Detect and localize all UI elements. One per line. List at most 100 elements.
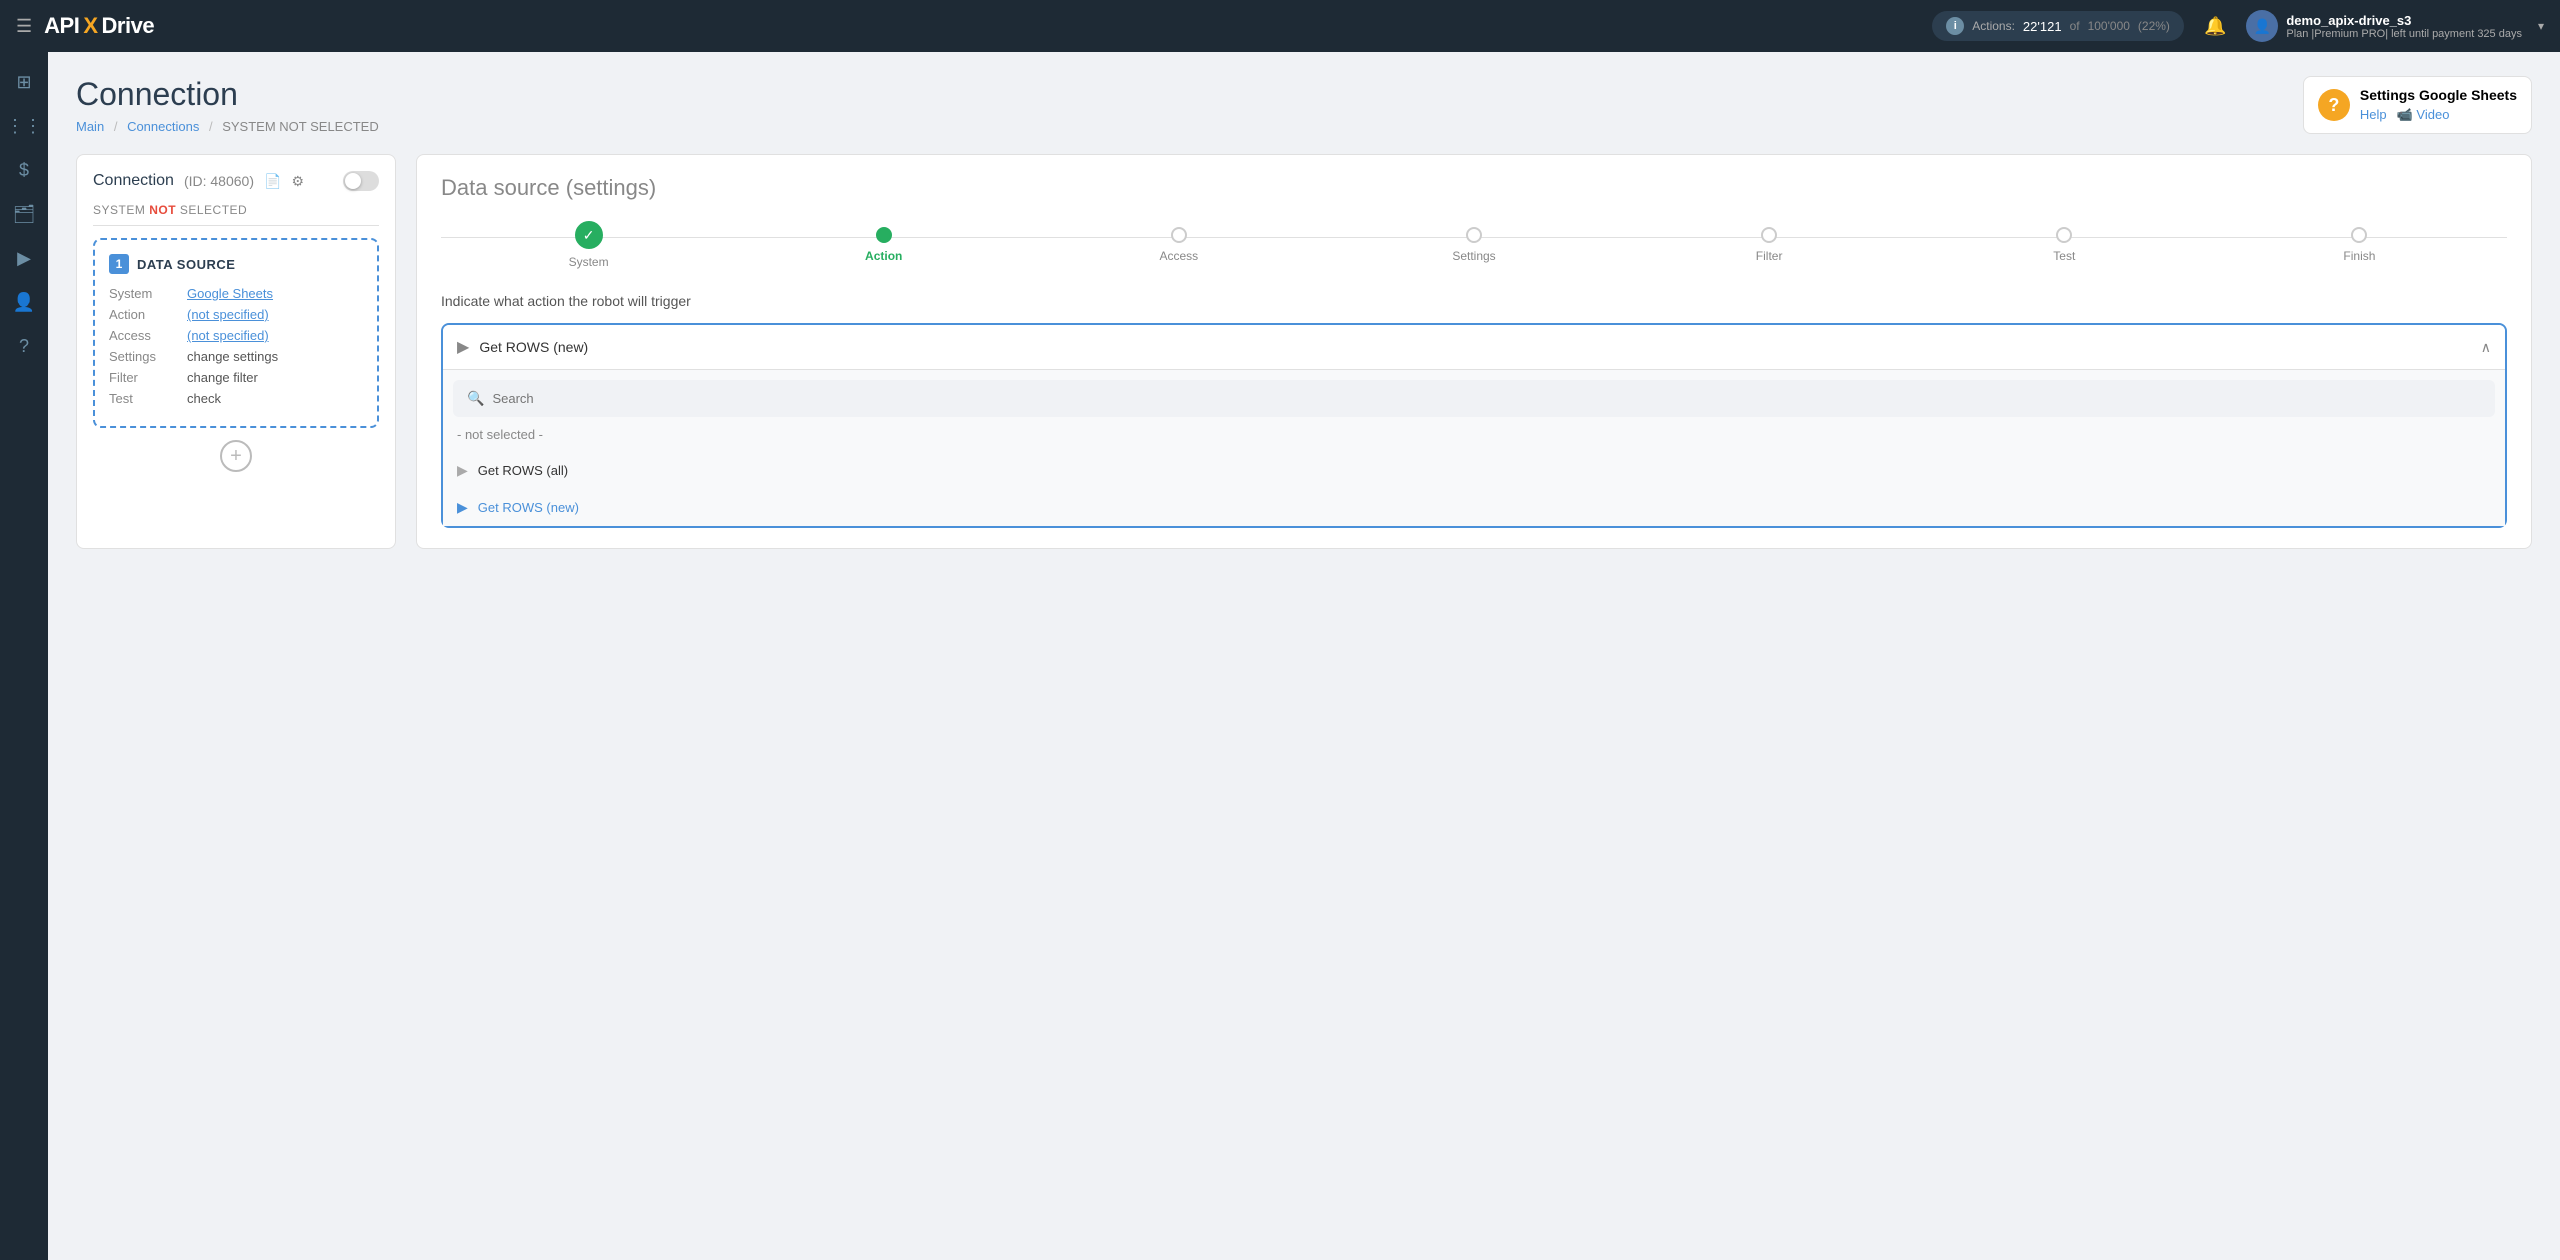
ds-row-settings: Settings change settings xyxy=(109,349,363,364)
ds-system-value[interactable]: Google Sheets xyxy=(187,286,273,301)
video-link[interactable]: 📹 Video xyxy=(2397,107,2450,123)
ds-row-system: System Google Sheets xyxy=(109,286,363,301)
help-title: Settings Google Sheets xyxy=(2360,87,2517,103)
ds-filter-value: change filter xyxy=(187,370,258,385)
doc-icon[interactable]: 📄 xyxy=(264,173,281,190)
search-bar: 🔍 xyxy=(453,380,2495,417)
dropdown-selected[interactable]: ▶ Get ROWS (new) ∧ xyxy=(443,325,2505,369)
sidebar-item-tasks[interactable]: 🗂 xyxy=(6,196,42,232)
ds-test-value: check xyxy=(187,391,221,406)
page-content: Connection Main / Connections / SYSTEM N… xyxy=(48,52,2560,1260)
sidebar-item-help[interactable]: ? xyxy=(6,328,42,364)
step-action[interactable]: Action xyxy=(736,227,1031,263)
page-header: Connection Main / Connections / SYSTEM N… xyxy=(76,76,2532,134)
ds-header: 1 DATA SOURCE xyxy=(109,254,363,274)
breadcrumb-connections[interactable]: Connections xyxy=(127,119,199,134)
left-panel: Connection (ID: 48060) 📄 ⚙ SYSTEM NOT SE… xyxy=(76,154,396,549)
help-link[interactable]: Help xyxy=(2360,107,2387,123)
option-new-label: Get ROWS (new) xyxy=(478,500,579,515)
dropdown-selected-text: Get ROWS (new) xyxy=(479,339,2480,355)
step-test-circle xyxy=(2056,227,2072,243)
bell-icon[interactable]: 🔔 xyxy=(2204,16,2226,37)
right-panel: Data source (settings) ✓ System Action A… xyxy=(416,154,2532,549)
action-label: Indicate what action the robot will trig… xyxy=(441,293,2507,309)
avatar: 👤 xyxy=(2246,10,2278,42)
ds-action-value[interactable]: (not specified) xyxy=(187,307,269,322)
datasource-main-title: Data source (settings) xyxy=(441,175,2507,201)
dropdown-option-all[interactable]: ▶ Get ROWS (all) xyxy=(443,452,2505,489)
user-name: demo_apix-drive_s3 xyxy=(2286,13,2522,28)
step-access-label: Access xyxy=(1160,249,1199,263)
connection-id: (ID: 48060) xyxy=(184,173,254,189)
breadcrumb-sep1: / xyxy=(114,119,118,134)
step-action-label: Action xyxy=(865,249,902,263)
step-finish-circle xyxy=(2351,227,2367,243)
step-system-circle: ✓ xyxy=(575,221,603,249)
logo-drive: Drive xyxy=(102,13,155,39)
not-selected-label: - not selected - xyxy=(443,417,2505,452)
sidebar-item-profile[interactable]: 👤 xyxy=(6,284,42,320)
play-icon-all: ▶ xyxy=(457,462,468,479)
step-filter-circle xyxy=(1761,227,1777,243)
toggle[interactable] xyxy=(343,171,379,191)
step-filter[interactable]: Filter xyxy=(1622,227,1917,263)
ds-row-filter: Filter change filter xyxy=(109,370,363,385)
step-nav: ✓ System Action Access Settings xyxy=(441,221,2507,269)
actions-count: 22'121 xyxy=(2023,19,2062,34)
topnav: ☰ APIXDrive i Actions: 22'121 of 100'000… xyxy=(0,0,2560,52)
sidebar: ⊞ ⋮⋮ $ 🗂 ▶ 👤 ? xyxy=(0,52,48,1260)
dropdown-option-new[interactable]: ▶ Get ROWS (new) xyxy=(443,489,2505,526)
action-dropdown[interactable]: ▶ Get ROWS (new) ∧ 🔍 - not selected - ▶ … xyxy=(441,323,2507,528)
info-icon: i xyxy=(1946,17,1964,35)
chevron-down-icon[interactable]: ▾ xyxy=(2538,19,2544,33)
step-finish-label: Finish xyxy=(2343,249,2375,263)
option-all-label: Get ROWS (all) xyxy=(478,463,568,478)
sidebar-item-billing[interactable]: $ xyxy=(6,152,42,188)
step-system-label: System xyxy=(569,255,609,269)
breadcrumb-current: SYSTEM NOT SELECTED xyxy=(222,119,379,134)
logo-api: API xyxy=(44,13,79,39)
play-icon: ▶ xyxy=(457,337,469,357)
hamburger-icon[interactable]: ☰ xyxy=(16,16,32,37)
ds-access-value[interactable]: (not specified) xyxy=(187,328,269,343)
step-test-label: Test xyxy=(2053,249,2075,263)
add-button[interactable]: + xyxy=(220,440,252,472)
logo-x: X xyxy=(83,13,97,39)
datasource-sub-title: (settings) xyxy=(566,175,656,200)
step-finish[interactable]: Finish xyxy=(2212,227,2507,263)
ds-row-action: Action (not specified) xyxy=(109,307,363,322)
main-layout: ⊞ ⋮⋮ $ 🗂 ▶ 👤 ? Connection Main / Connect… xyxy=(0,52,2560,1260)
sidebar-item-connections[interactable]: ⋮⋮ xyxy=(6,108,42,144)
step-access-circle xyxy=(1171,227,1187,243)
sidebar-item-home[interactable]: ⊞ xyxy=(6,64,42,100)
step-system[interactable]: ✓ System xyxy=(441,221,736,269)
ds-settings-value: change settings xyxy=(187,349,278,364)
settings-icon[interactable]: ⚙ xyxy=(291,173,304,190)
ds-num: 1 xyxy=(109,254,129,274)
chevron-up-icon: ∧ xyxy=(2481,339,2491,356)
help-links: Help 📹 Video xyxy=(2360,107,2517,123)
page-header-left: Connection Main / Connections / SYSTEM N… xyxy=(76,76,379,134)
sidebar-item-youtube[interactable]: ▶ xyxy=(6,240,42,276)
step-filter-label: Filter xyxy=(1756,249,1783,263)
step-settings-circle xyxy=(1466,227,1482,243)
play-icon-new: ▶ xyxy=(457,499,468,516)
breadcrumb-main[interactable]: Main xyxy=(76,119,104,134)
step-settings[interactable]: Settings xyxy=(1326,227,1621,263)
search-input[interactable] xyxy=(492,391,2481,406)
actions-label: Actions: xyxy=(1972,19,2015,33)
connection-title: Connection xyxy=(93,172,174,190)
step-action-circle xyxy=(876,227,892,243)
dropdown-body: 🔍 - not selected - ▶ Get ROWS (all) ▶ Ge… xyxy=(443,369,2505,526)
user-info: 👤 demo_apix-drive_s3 Plan |Premium PRO| … xyxy=(2246,10,2522,42)
help-content: Settings Google Sheets Help 📹 Video xyxy=(2360,87,2517,123)
help-question-icon: ? xyxy=(2318,89,2350,121)
step-access[interactable]: Access xyxy=(1031,227,1326,263)
actions-of: of xyxy=(2070,19,2080,33)
ds-title: DATA SOURCE xyxy=(137,257,235,272)
ds-row-test: Test check xyxy=(109,391,363,406)
step-settings-label: Settings xyxy=(1452,249,1495,263)
system-not-selected: SYSTEM NOT SELECTED xyxy=(93,203,379,226)
step-test[interactable]: Test xyxy=(1917,227,2212,263)
help-box: ? Settings Google Sheets Help 📹 Video xyxy=(2303,76,2532,134)
